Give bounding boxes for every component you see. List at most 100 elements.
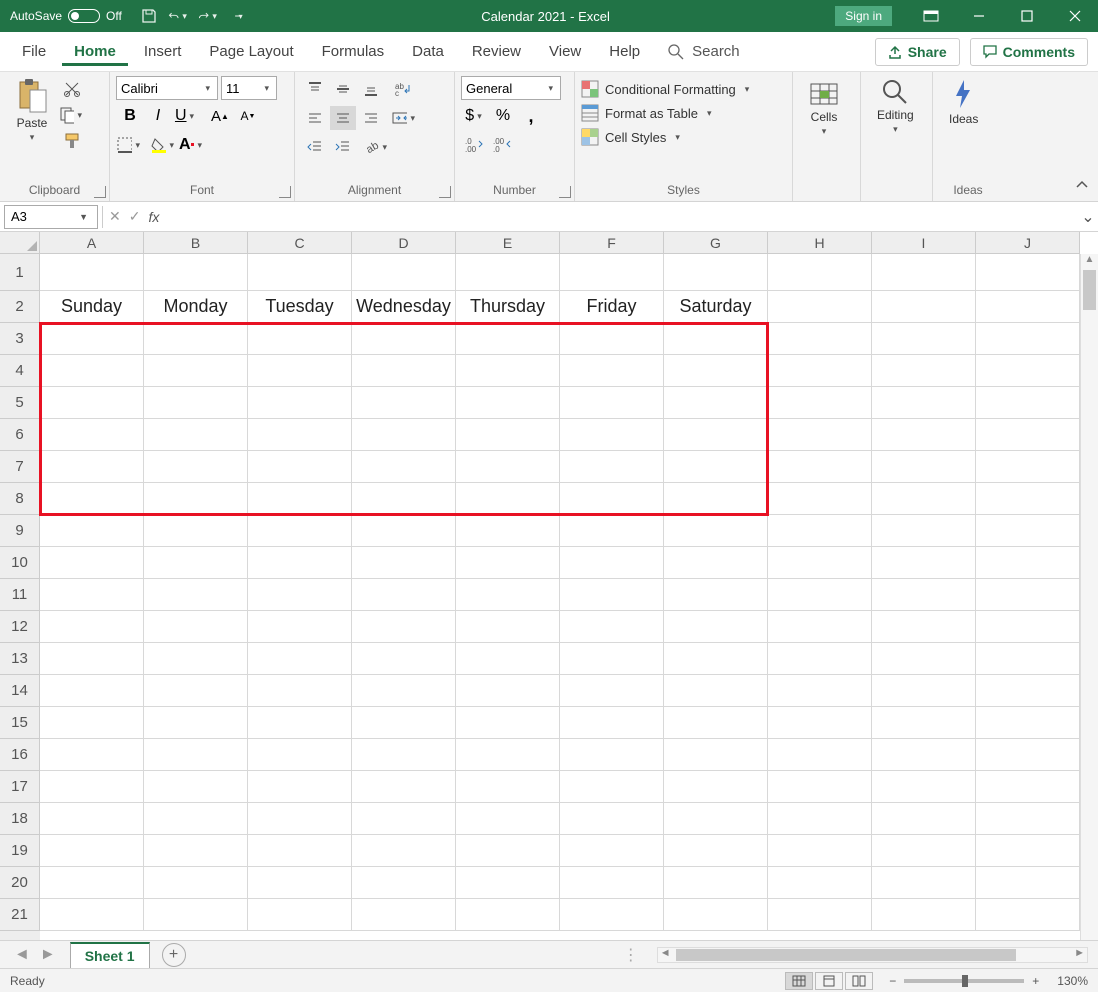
cell[interactable] [248, 451, 352, 483]
cell[interactable] [976, 451, 1080, 483]
normal-view-button[interactable] [785, 972, 813, 990]
copy-button[interactable]: ▾ [59, 103, 85, 127]
cell[interactable] [144, 899, 248, 931]
cell[interactable] [40, 739, 144, 771]
cell[interactable] [976, 323, 1080, 355]
cell[interactable] [248, 835, 352, 867]
cell[interactable] [248, 707, 352, 739]
cell[interactable] [664, 835, 768, 867]
cell[interactable] [352, 547, 456, 579]
zoom-in-button[interactable]: + [1032, 974, 1039, 988]
wrap-text-button[interactable]: abc [392, 77, 418, 101]
sheet-tab-active[interactable]: Sheet 1 [70, 942, 150, 968]
row-header[interactable]: 7 [0, 451, 40, 483]
cell[interactable] [144, 451, 248, 483]
cell[interactable] [560, 771, 664, 803]
cell[interactable] [976, 355, 1080, 387]
fill-color-button[interactable]: ▾ [151, 133, 177, 157]
cell[interactable] [248, 611, 352, 643]
cell[interactable] [248, 579, 352, 611]
cell[interactable] [872, 291, 976, 323]
cell[interactable] [352, 483, 456, 515]
row-header[interactable]: 19 [0, 835, 40, 867]
tab-view[interactable]: View [537, 37, 593, 66]
minimize-icon[interactable] [956, 0, 1002, 32]
align-right-button[interactable] [358, 106, 384, 130]
cell[interactable] [768, 771, 872, 803]
cell[interactable] [144, 254, 248, 291]
cell-styles-button[interactable]: Cell Styles▾ [581, 128, 683, 146]
cell[interactable] [768, 483, 872, 515]
cell[interactable] [872, 547, 976, 579]
cell[interactable] [40, 771, 144, 803]
column-header[interactable]: C [248, 232, 352, 254]
row-header[interactable]: 5 [0, 387, 40, 419]
cell[interactable] [144, 579, 248, 611]
accounting-format-button[interactable]: $▾ [462, 104, 488, 128]
cell[interactable] [248, 323, 352, 355]
cell[interactable] [976, 771, 1080, 803]
cell[interactable] [456, 611, 560, 643]
cell[interactable] [248, 803, 352, 835]
cell[interactable] [352, 643, 456, 675]
cell[interactable] [40, 419, 144, 451]
cell[interactable] [768, 387, 872, 419]
cell[interactable] [144, 419, 248, 451]
cell[interactable] [768, 579, 872, 611]
cell[interactable] [872, 451, 976, 483]
cell[interactable] [40, 355, 144, 387]
cell[interactable] [352, 771, 456, 803]
align-middle-button[interactable] [330, 77, 356, 101]
cell[interactable] [664, 323, 768, 355]
cell[interactable] [456, 739, 560, 771]
cell[interactable] [872, 611, 976, 643]
cell[interactable] [872, 387, 976, 419]
row-header[interactable]: 18 [0, 803, 40, 835]
cell[interactable] [976, 611, 1080, 643]
cell[interactable] [872, 899, 976, 931]
vertical-scrollbar[interactable]: ▲ [1080, 254, 1098, 940]
cell[interactable] [144, 867, 248, 899]
align-center-button[interactable] [330, 106, 356, 130]
cell[interactable] [872, 419, 976, 451]
cut-button[interactable] [59, 77, 85, 101]
cell[interactable] [40, 254, 144, 291]
sheet-nav[interactable]: ◄► [0, 946, 70, 964]
cell[interactable] [352, 323, 456, 355]
percent-format-button[interactable]: % [490, 104, 516, 128]
column-header[interactable]: E [456, 232, 560, 254]
cell[interactable] [40, 643, 144, 675]
cell[interactable] [352, 803, 456, 835]
column-header[interactable]: H [768, 232, 872, 254]
cell[interactable] [352, 867, 456, 899]
cell[interactable] [40, 387, 144, 419]
cell[interactable] [872, 803, 976, 835]
tab-home[interactable]: Home [62, 37, 128, 66]
cell[interactable] [872, 355, 976, 387]
cell[interactable]: Friday [560, 291, 664, 323]
cell[interactable] [872, 254, 976, 291]
cell[interactable] [248, 254, 352, 291]
cell[interactable] [144, 483, 248, 515]
cell[interactable] [248, 771, 352, 803]
cell[interactable] [872, 323, 976, 355]
cell[interactable] [144, 387, 248, 419]
cell[interactable] [664, 355, 768, 387]
enter-formula-icon[interactable]: ✓ [129, 208, 141, 225]
autosave-toggle[interactable]: AutoSave Off [0, 9, 132, 23]
name-box[interactable]: A3▼ [4, 205, 98, 229]
cell[interactable] [560, 867, 664, 899]
cell[interactable] [248, 643, 352, 675]
cell[interactable] [456, 803, 560, 835]
cell[interactable]: Tuesday [248, 291, 352, 323]
cell[interactable]: Thursday [456, 291, 560, 323]
cell[interactable] [664, 387, 768, 419]
cell[interactable] [976, 739, 1080, 771]
cell[interactable] [456, 835, 560, 867]
cell[interactable] [976, 547, 1080, 579]
cell[interactable] [976, 867, 1080, 899]
cell[interactable] [248, 867, 352, 899]
comments-button[interactable]: Comments [970, 38, 1088, 66]
formula-input[interactable] [167, 206, 1072, 228]
cell[interactable] [456, 483, 560, 515]
